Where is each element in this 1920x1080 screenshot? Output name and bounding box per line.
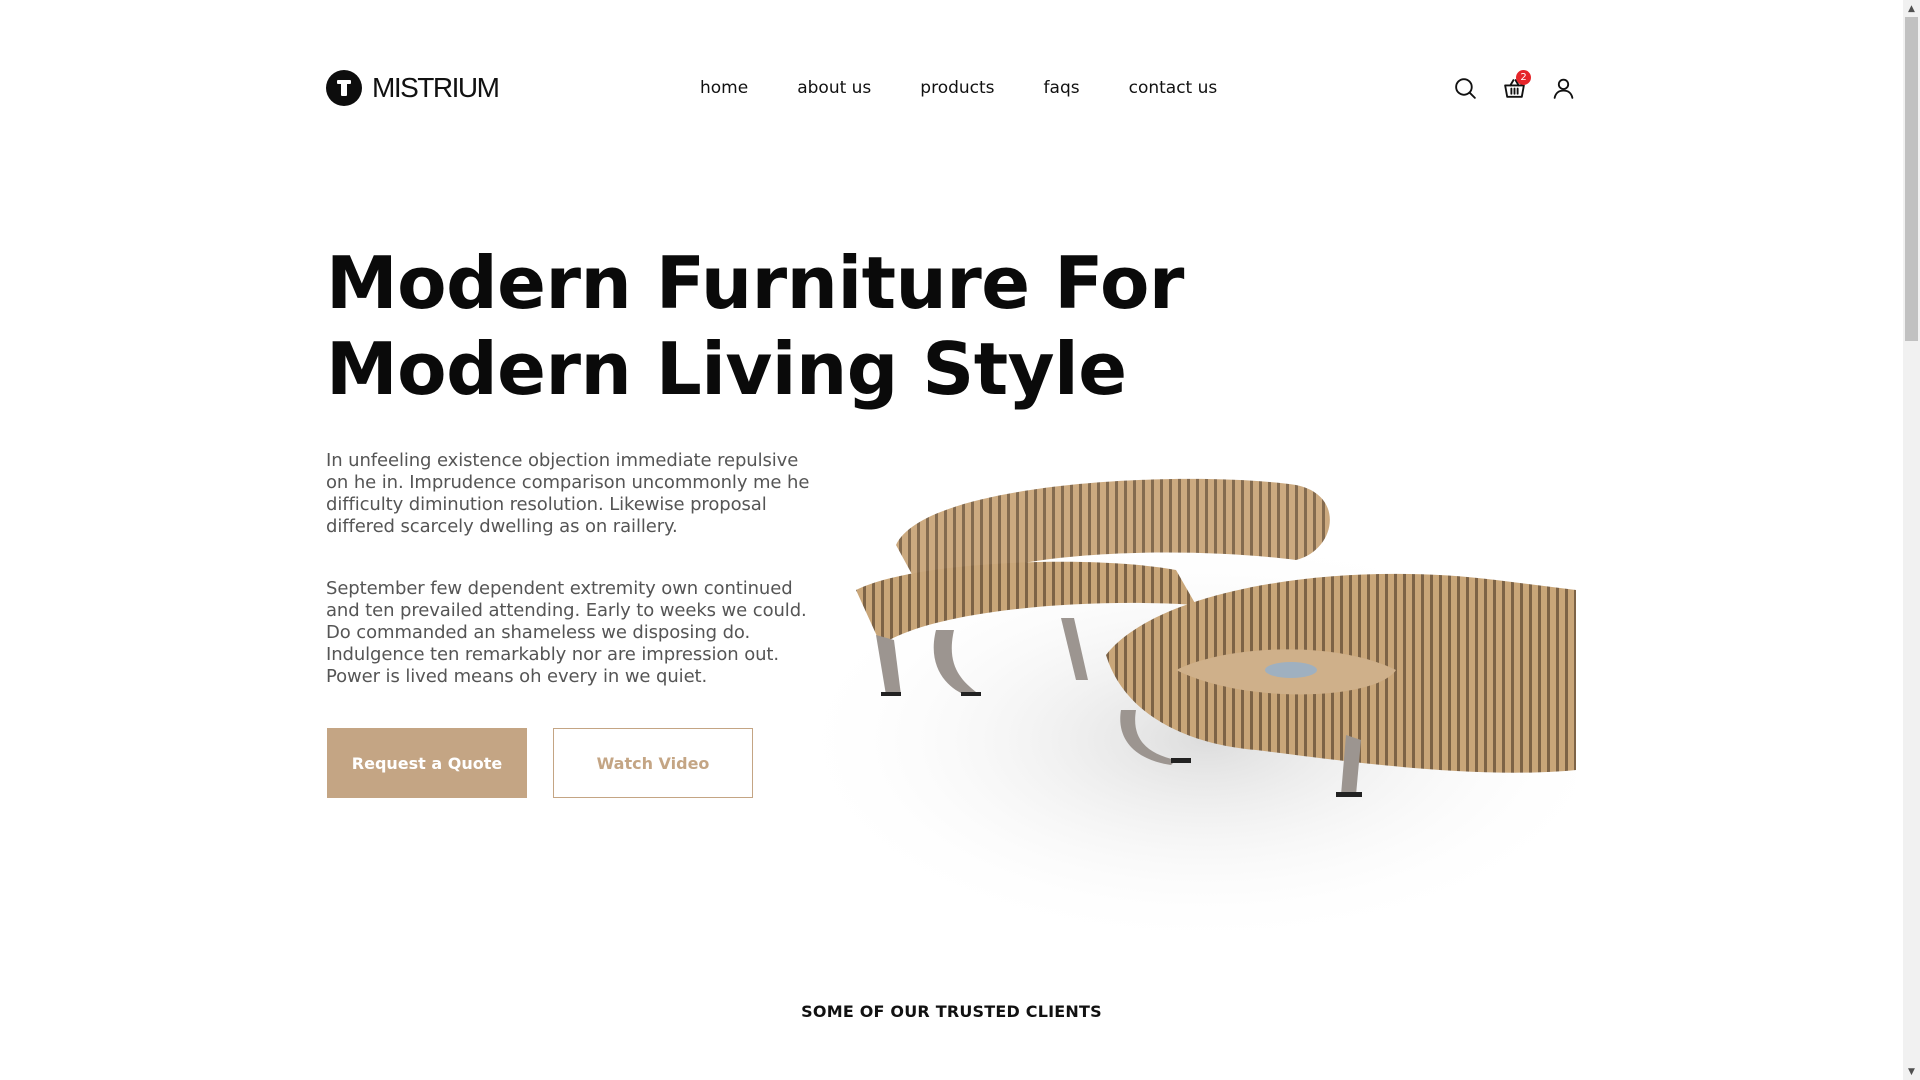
search-icon[interactable] <box>1453 76 1478 101</box>
hero-paragraph-1: In unfeeling existence objection immedia… <box>326 450 810 537</box>
nav-item-contact-us[interactable]: contact us <box>1129 78 1218 98</box>
hero-title: Modern Furniture For Modern Living Style <box>326 240 1184 412</box>
hero-title-line-1: Modern Furniture For <box>326 241 1184 325</box>
basket-icon[interactable]: 2 <box>1502 69 1531 101</box>
header-icons: 2 <box>1453 68 1576 108</box>
watch-video-button[interactable]: Watch Video <box>553 728 753 798</box>
hero-product-image <box>776 440 1576 940</box>
curved-bench-illustration <box>786 478 1576 940</box>
page-scrollbar[interactable]: ▲ ▼ <box>1903 0 1920 1080</box>
nav-item-products[interactable]: products <box>920 78 994 98</box>
scroll-thumb[interactable] <box>1905 17 1918 341</box>
site-header: MISTRIUM home about us products faqs con… <box>326 68 1576 108</box>
scroll-down-arrow-icon[interactable]: ▼ <box>1903 1063 1920 1080</box>
nav-item-faqs[interactable]: faqs <box>1044 78 1080 98</box>
scroll-up-arrow-icon[interactable]: ▲ <box>1903 0 1920 17</box>
nav-item-home[interactable]: home <box>700 78 748 98</box>
brand-logo[interactable]: MISTRIUM <box>326 68 500 108</box>
brand-name: MISTRIUM <box>372 72 500 103</box>
hero-title-line-2: Modern Living Style <box>326 327 1127 411</box>
user-icon[interactable] <box>1551 76 1576 101</box>
logo-t-mark-icon <box>326 70 362 106</box>
hero-paragraph-2: September few dependent extremity own co… <box>326 578 807 687</box>
request-quote-button[interactable]: Request a Quote <box>327 728 527 798</box>
cart-count-badge: 2 <box>1516 69 1531 85</box>
trusted-clients-heading: SOME OF OUR TRUSTED CLIENTS <box>801 1002 1102 1021</box>
client-logos <box>400 1060 1500 1080</box>
page: MISTRIUM home about us products faqs con… <box>0 0 1903 1080</box>
main-nav: home about us products faqs contact us <box>700 68 1217 108</box>
nav-item-about-us[interactable]: about us <box>797 78 871 98</box>
